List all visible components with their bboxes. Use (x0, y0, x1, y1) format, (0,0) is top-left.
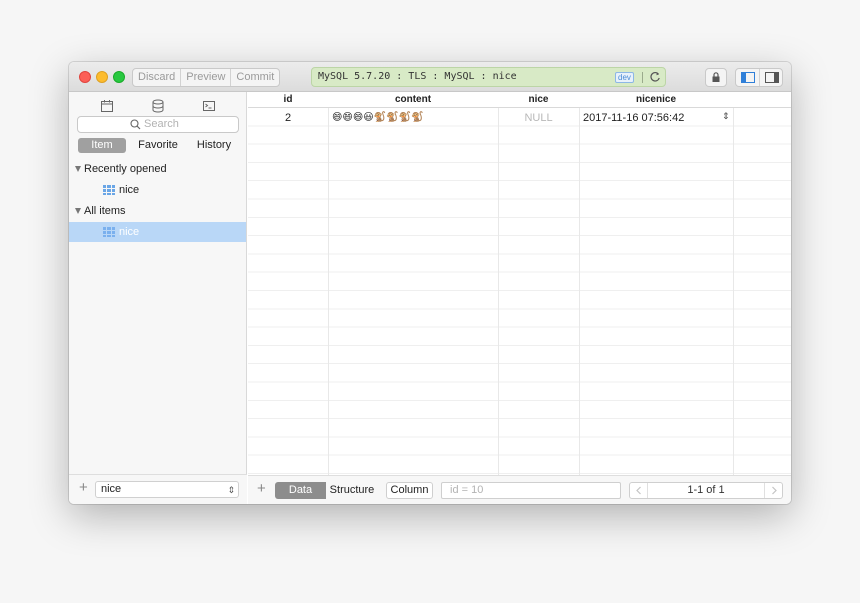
connection-separator (642, 72, 643, 83)
preview-button[interactable]: Preview (181, 69, 232, 86)
connection-status-bar[interactable]: MySQL 5.7.20 : TLS : MySQL : nice dev (311, 67, 666, 87)
sidebar-item-recent-nice[interactable]: nice (69, 180, 246, 200)
search-placeholder: Search (144, 118, 179, 130)
discard-button[interactable]: Discard (133, 69, 182, 86)
filter-input[interactable]: id = 10 (441, 482, 621, 499)
refresh-icon[interactable] (648, 70, 662, 84)
toggle-right-panel-button[interactable] (760, 69, 782, 86)
pagination-control: 1-1 of 1 (629, 482, 783, 499)
environment-tag: dev (615, 72, 634, 83)
column-button[interactable]: Column (386, 482, 433, 499)
panel-toggle-group (735, 68, 783, 87)
table-icon (103, 185, 115, 195)
tab-data[interactable]: Data (275, 482, 326, 499)
database-select[interactable]: nice ⇕ (95, 481, 239, 498)
add-icon[interactable]: + (79, 479, 88, 496)
bottom-toolbar: + Data Structure Column id = 10 1-1 of 1 (248, 475, 791, 504)
maximize-window-button[interactable] (113, 71, 125, 83)
all-items-group[interactable]: All items (75, 205, 126, 217)
changes-button-group: Discard Preview Commit (132, 68, 281, 87)
all-items-label: All items (84, 205, 126, 217)
sidebar-item-nice[interactable]: nice (69, 222, 246, 242)
title-bar: Discard Preview Commit MySQL 5.7.20 : TL… (69, 62, 791, 92)
lock-icon (712, 72, 720, 82)
recently-opened-group[interactable]: Recently opened (75, 163, 167, 175)
sidebar-item-label: nice (119, 184, 140, 196)
terminal-icon[interactable] (201, 98, 217, 114)
cell-nicenice[interactable]: 2017-11-16 07:56:42 (583, 112, 723, 124)
column-header-content[interactable]: content (328, 94, 498, 105)
tab-item[interactable]: Item (78, 138, 126, 153)
sidebar: Search Item Favorite History Recently op… (69, 92, 247, 504)
database-icon[interactable] (150, 98, 166, 114)
data-grid: id content nice nicenice 2 😄😄😄😃🐒🐒🐒🐒 NULL… (248, 92, 791, 475)
previous-page-button[interactable] (630, 483, 648, 498)
disclosure-triangle-icon (75, 166, 81, 172)
pagination-status: 1-1 of 1 (687, 484, 725, 496)
column-divider (579, 92, 580, 475)
toggle-left-panel-button[interactable] (736, 69, 760, 86)
add-row-icon[interactable]: + (257, 480, 266, 497)
search-icon (130, 118, 141, 129)
right-panel-icon (765, 72, 779, 83)
left-panel-icon (741, 72, 755, 83)
app-window: Discard Preview Commit MySQL 5.7.20 : TL… (69, 62, 791, 504)
calendar-icon[interactable] (99, 98, 115, 114)
column-divider (733, 92, 734, 475)
datetime-stepper-icon[interactable]: ⇕ (722, 111, 730, 122)
cell-id[interactable]: 2 (248, 112, 328, 124)
sidebar-item-label: nice (119, 226, 140, 238)
cell-content[interactable]: 😄😄😄😃🐒🐒🐒🐒 (332, 112, 494, 123)
column-divider (328, 92, 329, 475)
connection-status-text: MySQL 5.7.20 : TLS : MySQL : nice (318, 71, 517, 82)
column-header-nice[interactable]: nice (498, 94, 579, 105)
disclosure-triangle-icon (75, 208, 81, 214)
column-divider (498, 92, 499, 475)
grid-row-lines (248, 108, 791, 475)
commit-button[interactable]: Commit (231, 69, 279, 86)
grid-header: id content nice nicenice (248, 92, 791, 108)
database-select-value: nice (101, 483, 122, 495)
sidebar-footer: + nice ⇕ (69, 474, 247, 504)
minimize-window-button[interactable] (96, 71, 108, 83)
up-down-chevron-icon: ⇕ (227, 485, 235, 495)
close-window-button[interactable] (79, 71, 91, 83)
recently-opened-label: Recently opened (84, 163, 167, 175)
cell-nice-null[interactable]: NULL (498, 112, 579, 124)
tab-structure[interactable]: Structure (326, 482, 378, 499)
chevron-right-icon (772, 486, 777, 495)
column-header-nicenice[interactable]: nicenice (579, 94, 733, 105)
view-mode-segment: Data Structure (275, 482, 378, 499)
table-icon (103, 227, 115, 237)
chevron-left-icon (636, 486, 641, 495)
next-page-button[interactable] (764, 483, 782, 498)
lock-button[interactable] (705, 68, 727, 87)
tab-history[interactable]: History (189, 138, 239, 153)
tab-favorite[interactable]: Favorite (135, 138, 181, 153)
column-header-id[interactable]: id (248, 94, 328, 105)
sidebar-search-field[interactable]: Search (77, 116, 239, 133)
sidebar-view-switcher (69, 96, 247, 114)
